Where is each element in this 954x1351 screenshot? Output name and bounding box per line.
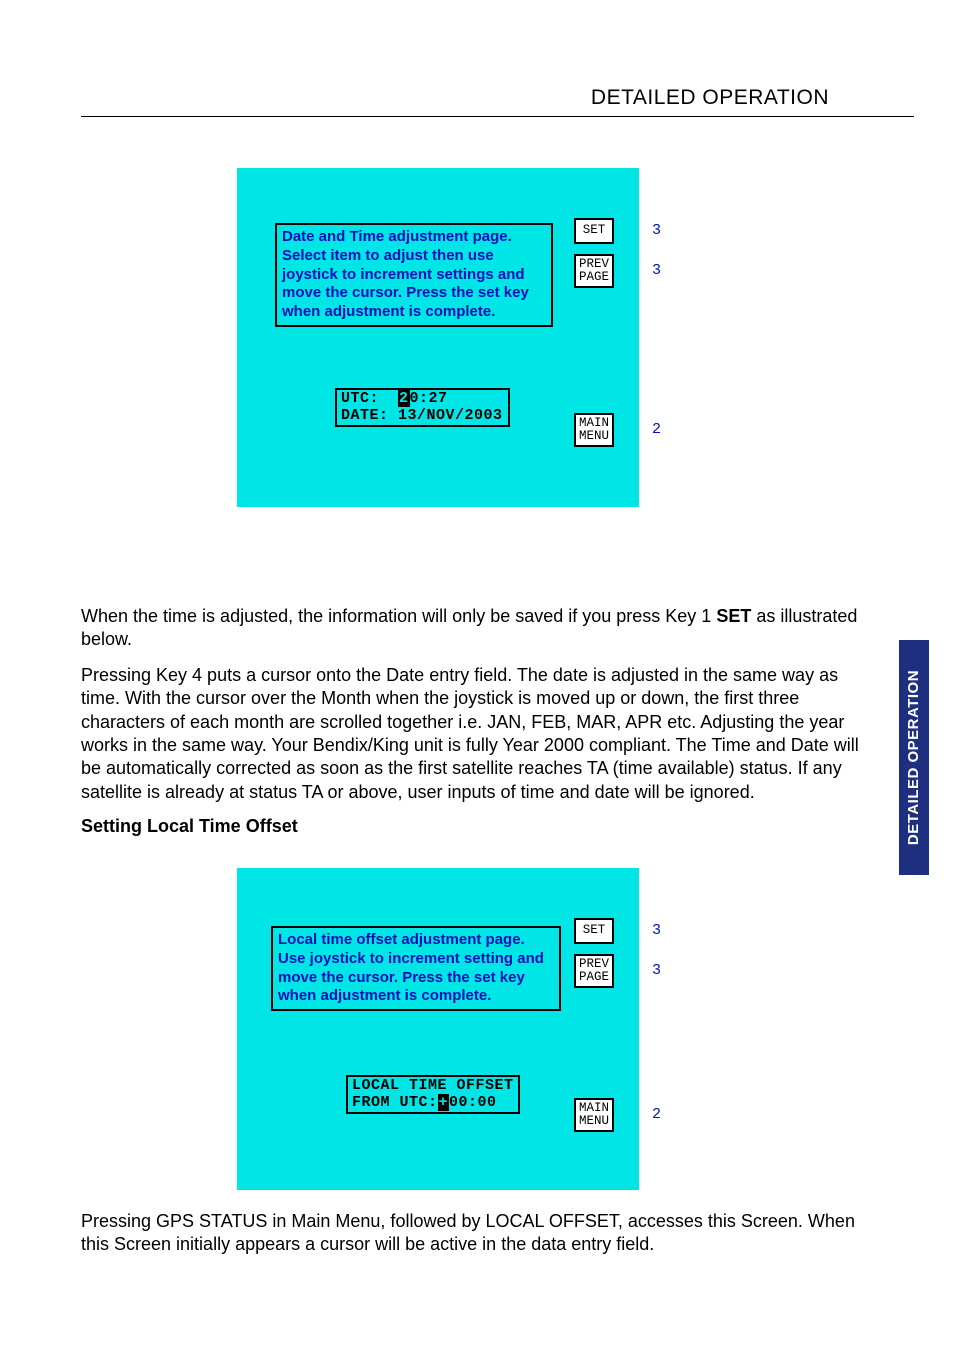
offset-line1: LOCAL TIME OFFSET [352, 1078, 514, 1095]
section-tab: DETAILED OPERATION [899, 640, 929, 875]
paragraph-2: Pressing Key 4 puts a cursor onto the Da… [81, 664, 859, 804]
set-label-2: SET [576, 924, 612, 937]
prev-line2-2: PAGE [576, 971, 612, 984]
local-offset-field[interactable]: LOCAL TIME OFFSET FROM UTC:+00:00 [346, 1075, 520, 1114]
instruction-text-2: Local time offset adjustment page. Use j… [271, 926, 561, 1011]
body-content-2: Pressing GPS STATUS in Main Menu, follow… [81, 1210, 859, 1269]
instruction-text: Date and Time adjustment page. Select it… [275, 223, 553, 327]
prev-page-softkey-2[interactable]: PREV PAGE [574, 954, 614, 988]
set-softkey[interactable]: SET [574, 218, 614, 244]
main-menu-softkey-2[interactable]: MAIN MENU [574, 1098, 614, 1132]
set-softkey-2[interactable]: SET [574, 918, 614, 944]
keynum-main: 2 [652, 421, 661, 438]
set-label: SET [576, 224, 612, 237]
paragraph-3: Pressing GPS STATUS in Main Menu, follow… [81, 1210, 859, 1257]
section-tab-label: DETAILED OPERATION [906, 670, 923, 845]
utc-date-field[interactable]: UTC: 20:27 DATE: 13/NOV/2003 [335, 388, 510, 427]
local-time-offset-screen: Local time offset adjustment page. Use j… [237, 868, 639, 1190]
date-value: 13/NOV/2003 [398, 407, 503, 424]
utc-label: UTC: [341, 390, 379, 407]
section-heading: Setting Local Time Offset [81, 816, 859, 837]
offset-line2b: 00:00 [449, 1094, 497, 1111]
main-menu-softkey[interactable]: MAIN MENU [574, 413, 614, 447]
utc-rest: 0:27 [410, 390, 448, 407]
paragraph-1: When the time is adjusted, the informati… [81, 605, 859, 652]
keynum-set: 3 [652, 222, 661, 239]
date-time-adjust-screen: Date and Time adjustment page. Select it… [237, 168, 639, 507]
page-header: DETAILED OPERATION [81, 86, 914, 117]
keynum-prev: 3 [652, 262, 661, 279]
cursor-digit[interactable]: 2 [398, 390, 410, 407]
offset-cursor[interactable]: + [438, 1094, 450, 1111]
main-line2: MENU [576, 430, 612, 443]
main-line2-2: MENU [576, 1115, 612, 1128]
keynum-prev-2: 3 [652, 962, 661, 979]
offset-line2a: FROM UTC: [352, 1094, 438, 1111]
body-content-1: When the time is adjusted, the informati… [81, 605, 859, 849]
header-title: DETAILED OPERATION [81, 86, 914, 117]
date-label: DATE: [341, 407, 389, 424]
keynum-set-2: 3 [652, 922, 661, 939]
prev-line2: PAGE [576, 271, 612, 284]
prev-page-softkey[interactable]: PREV PAGE [574, 254, 614, 288]
keynum-main-2: 2 [652, 1106, 661, 1123]
